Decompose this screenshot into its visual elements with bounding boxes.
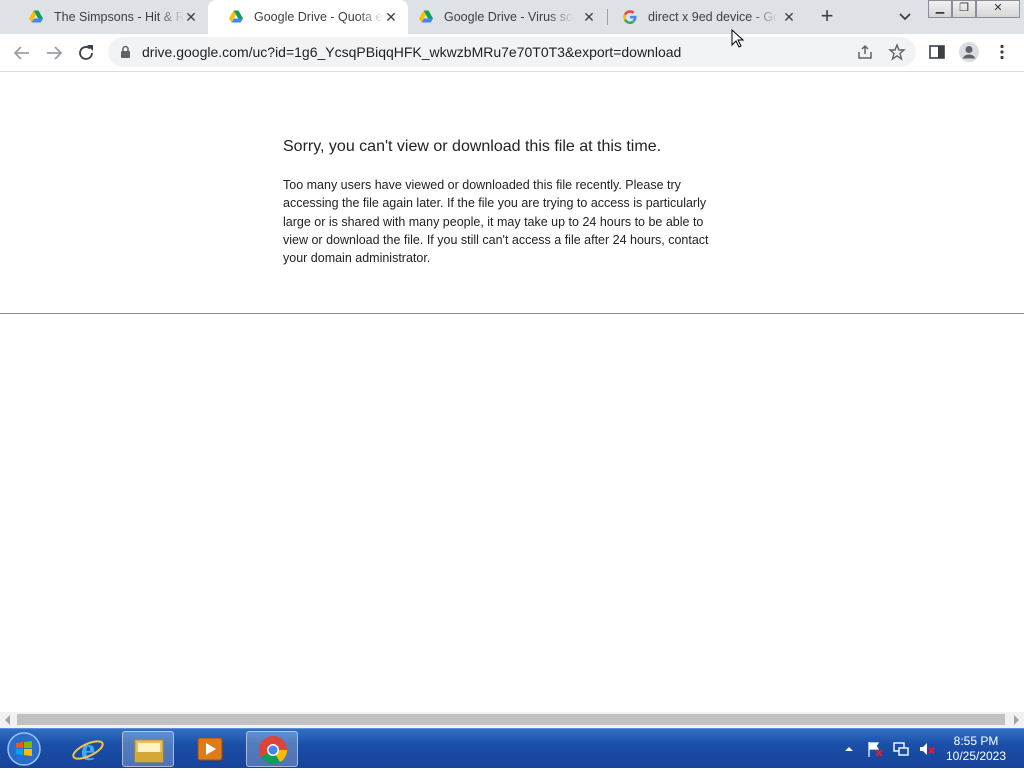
- google-drive-icon: [229, 10, 243, 23]
- back-arrow-icon[interactable]: [10, 41, 34, 65]
- tab-virus-scan[interactable]: Google Drive - Virus scan warning ✕: [408, 0, 606, 34]
- horizontal-scrollbar[interactable]: [0, 712, 1024, 728]
- volume-muted-icon[interactable]: [918, 740, 936, 758]
- taskbar-clock[interactable]: 8:55 PM 10/25/2023: [936, 734, 1016, 764]
- network-icon[interactable]: [892, 740, 910, 758]
- reload-icon[interactable]: [74, 41, 98, 65]
- mouse-cursor-icon: [731, 29, 745, 48]
- new-tab-button[interactable]: +: [815, 5, 839, 29]
- tab-quota-exceeded[interactable]: Google Drive - Quota exceeded ✕: [208, 0, 408, 34]
- tab-search-chevron-icon[interactable]: [894, 6, 916, 28]
- tab-title: direct x 9ed device - Google Search: [648, 10, 778, 24]
- tab-simpsons[interactable]: The Simpsons - Hit & Run ✕: [8, 0, 208, 34]
- clock-date: 10/25/2023: [945, 749, 1007, 763]
- close-tab-icon[interactable]: ✕: [780, 8, 798, 26]
- minimize-button[interactable]: ▁: [928, 0, 952, 18]
- tab-strip: The Simpsons - Hit & Run ✕ Google Drive …: [0, 0, 1024, 34]
- error-heading: Sorry, you can't view or download this f…: [283, 138, 662, 155]
- google-drive-icon: [29, 10, 43, 23]
- browser-toolbar: drive.google.com/uc?id=1g6_YcsqPBiqqHFK_…: [0, 34, 1024, 72]
- bookmark-star-icon[interactable]: [888, 43, 906, 61]
- close-tab-icon[interactable]: ✕: [580, 8, 598, 26]
- google-drive-icon: [419, 10, 433, 23]
- restore-button[interactable]: ❐: [952, 0, 976, 18]
- share-icon[interactable]: [856, 43, 874, 61]
- close-tab-icon[interactable]: ✕: [382, 8, 400, 26]
- url-text: drive.google.com/uc?id=1g6_YcsqPBiqqHFK_…: [142, 44, 682, 60]
- close-window-button[interactable]: ✕: [976, 0, 1020, 18]
- clock-time: 8:55 PM: [953, 734, 999, 748]
- profile-avatar-icon[interactable]: [958, 41, 980, 63]
- internet-explorer-icon[interactable]: e: [62, 731, 114, 767]
- page-content: Sorry, you can't view or download this f…: [0, 72, 1024, 712]
- forward-arrow-icon[interactable]: [42, 41, 66, 65]
- scroll-right-icon[interactable]: [1014, 715, 1019, 725]
- close-tab-icon[interactable]: ✕: [182, 8, 200, 26]
- address-bar[interactable]: drive.google.com/uc?id=1g6_YcsqPBiqqHFK_…: [108, 37, 916, 67]
- scroll-left-icon[interactable]: [5, 715, 10, 725]
- tab-title: Google Drive - Virus scan warning: [444, 10, 574, 24]
- divider: [0, 313, 1024, 314]
- windows-taskbar: e 8:55 PM 10/25/2023: [0, 728, 1024, 768]
- chrome-taskbar-icon[interactable]: [246, 731, 298, 767]
- tab-google-search[interactable]: direct x 9ed device - Google Search ✕: [608, 0, 806, 34]
- system-tray: [842, 729, 936, 769]
- lock-icon[interactable]: [120, 45, 131, 59]
- show-hidden-icons-icon[interactable]: [842, 742, 856, 756]
- action-center-flag-icon[interactable]: [866, 740, 884, 758]
- google-icon: [623, 10, 637, 24]
- scrollbar-thumb[interactable]: [17, 714, 1005, 725]
- svg-text:e: e: [81, 731, 95, 767]
- tab-title: Google Drive - Quota exceeded: [254, 10, 384, 24]
- more-menu-icon[interactable]: [994, 43, 1010, 61]
- error-message: Too many users have viewed or downloaded…: [283, 178, 709, 266]
- file-explorer-icon[interactable]: [122, 731, 174, 767]
- start-button-icon[interactable]: [4, 731, 44, 767]
- media-player-icon[interactable]: [184, 731, 236, 767]
- tab-title: The Simpsons - Hit & Run: [54, 10, 184, 24]
- side-panel-icon[interactable]: [928, 43, 946, 61]
